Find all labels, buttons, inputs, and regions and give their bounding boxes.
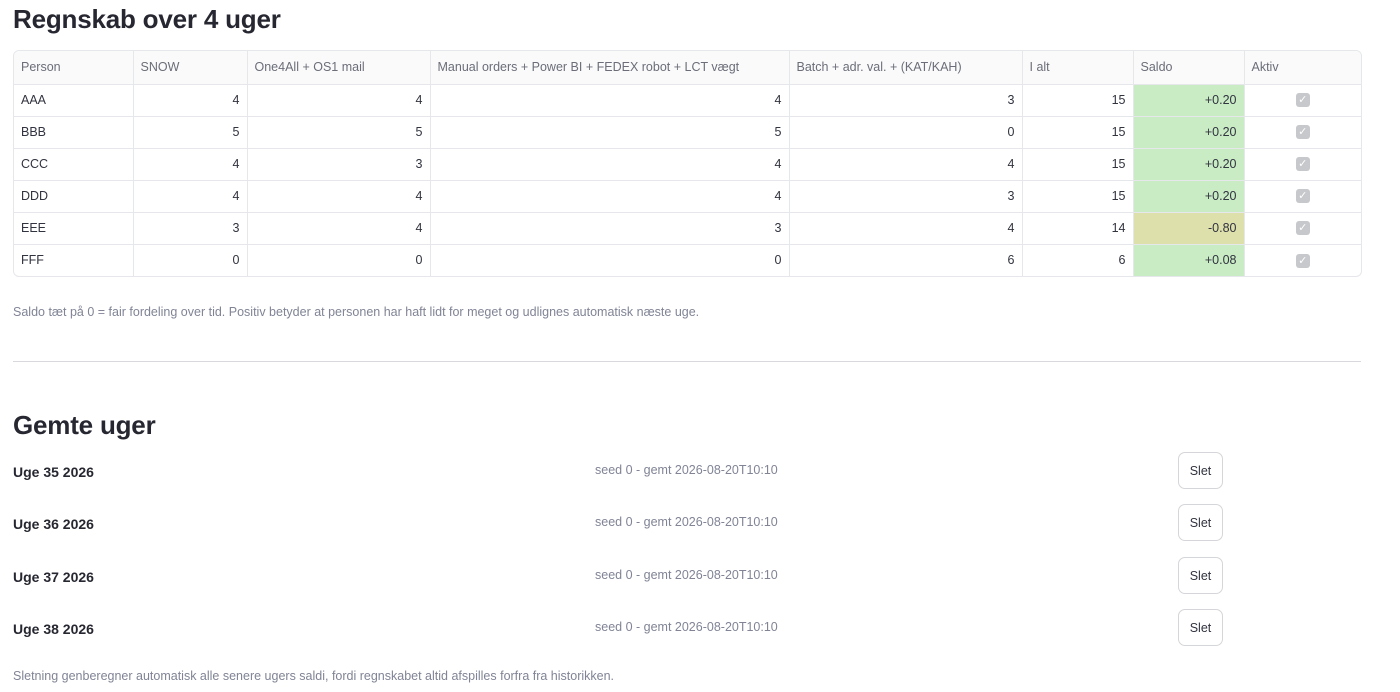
aktiv-checkbox[interactable]: ✓ (1295, 253, 1310, 268)
week-name: Uge 37 2026 (13, 569, 94, 585)
cell-i-alt[interactable]: 15 (1022, 148, 1134, 181)
cell-batch[interactable]: 3 (789, 180, 1023, 213)
cell-manual-orders[interactable]: 5 (430, 116, 790, 149)
week-name: Uge 38 2026 (13, 621, 94, 637)
regnskab-title: Regnskab over 4 uger (13, 4, 281, 34)
cell-manual-orders[interactable]: 3 (430, 212, 790, 245)
cell-saldo[interactable]: +0.20 (1133, 148, 1245, 181)
saved-week-row: Uge 38 2026 seed 0 - gemt 2026-08-20T10:1… (13, 609, 1361, 658)
col-header-batch[interactable]: Batch + adr. val. + (KAT/KAH) (789, 51, 1023, 85)
cell-snow[interactable]: 4 (133, 148, 248, 181)
col-header-aktiv[interactable]: Aktiv (1244, 51, 1361, 85)
cell-one4all[interactable]: 3 (247, 148, 431, 181)
cell-saldo[interactable]: -0.80 (1133, 212, 1245, 245)
cell-saldo[interactable]: +0.20 (1133, 180, 1245, 213)
aktiv-checkbox[interactable]: ✓ (1295, 221, 1310, 236)
table-header-row: Person SNOW One4All + OS1 mail Manual or… (14, 51, 1361, 85)
cell-one4all[interactable]: 5 (247, 116, 431, 149)
cell-manual-orders[interactable]: 4 (430, 84, 790, 117)
cell-snow[interactable]: 3 (133, 212, 248, 245)
cell-person[interactable]: BBB (14, 116, 134, 149)
cell-i-alt[interactable]: 15 (1022, 180, 1134, 213)
cell-saldo[interactable]: +0.20 (1133, 116, 1245, 149)
table-row: CCC 4 3 4 4 15 +0.20 ✓ (14, 148, 1361, 181)
cell-aktiv[interactable]: ✓ (1244, 244, 1361, 276)
table-row: AAA 4 4 4 3 15 +0.20 ✓ (14, 84, 1361, 117)
week-name: Uge 35 2026 (13, 464, 94, 480)
cell-aktiv[interactable]: ✓ (1244, 116, 1361, 149)
week-meta: seed 0 - gemt 2026-08-20T10:10 (595, 515, 778, 529)
table-row: FFF 0 0 0 6 6 +0.08 ✓ (14, 244, 1361, 276)
cell-i-alt[interactable]: 15 (1022, 84, 1134, 117)
cell-person[interactable]: EEE (14, 212, 134, 245)
gemte-uger-title: Gemte uger (13, 410, 156, 440)
aktiv-checkbox[interactable]: ✓ (1295, 125, 1310, 140)
cell-batch[interactable]: 6 (789, 244, 1023, 276)
col-header-manual-orders[interactable]: Manual orders + Power BI + FEDEX robot +… (430, 51, 790, 85)
cell-aktiv[interactable]: ✓ (1244, 148, 1361, 181)
table-row: EEE 3 4 3 4 14 -0.80 ✓ (14, 212, 1361, 245)
cell-manual-orders[interactable]: 4 (430, 180, 790, 213)
week-meta: seed 0 - gemt 2026-08-20T10:10 (595, 620, 778, 634)
cell-batch[interactable]: 0 (789, 116, 1023, 149)
cell-person[interactable]: CCC (14, 148, 134, 181)
cell-person[interactable]: FFF (14, 244, 134, 276)
aktiv-checkbox[interactable]: ✓ (1295, 93, 1310, 108)
regnskab-table: Person SNOW One4All + OS1 mail Manual or… (13, 50, 1362, 277)
cell-snow[interactable]: 5 (133, 116, 248, 149)
week-name: Uge 36 2026 (13, 516, 94, 532)
col-header-snow[interactable]: SNOW (133, 51, 248, 85)
aktiv-checkbox[interactable]: ✓ (1295, 157, 1310, 172)
cell-i-alt[interactable]: 6 (1022, 244, 1134, 276)
cell-one4all[interactable]: 4 (247, 84, 431, 117)
cell-person[interactable]: DDD (14, 180, 134, 213)
delete-week-button[interactable]: Slet (1178, 609, 1223, 646)
col-header-saldo[interactable]: Saldo (1133, 51, 1245, 85)
col-header-person[interactable]: Person (14, 51, 134, 85)
section-divider (13, 361, 1361, 362)
cell-batch[interactable]: 4 (789, 148, 1023, 181)
saved-week-row: Uge 35 2026 seed 0 - gemt 2026-08-20T10:1… (13, 452, 1361, 501)
aktiv-checkbox[interactable]: ✓ (1295, 189, 1310, 204)
table-body: AAA 4 4 4 3 15 +0.20 ✓ BBB 5 5 5 0 15 +0.20 ✓ CCC 4 3 4 4 15 +… (14, 84, 1361, 276)
col-header-one4all[interactable]: One4All + OS1 mail (247, 51, 431, 85)
week-meta: seed 0 - gemt 2026-08-20T10:10 (595, 568, 778, 582)
cell-batch[interactable]: 4 (789, 212, 1023, 245)
cell-aktiv[interactable]: ✓ (1244, 84, 1361, 117)
saved-week-row: Uge 36 2026 seed 0 - gemt 2026-08-20T10:1… (13, 504, 1361, 553)
saved-week-row: Uge 37 2026 seed 0 - gemt 2026-08-20T10:1… (13, 557, 1361, 606)
cell-batch[interactable]: 3 (789, 84, 1023, 117)
deletion-note: Sletning genberegner automatisk alle sen… (13, 669, 615, 683)
cell-snow[interactable]: 4 (133, 180, 248, 213)
cell-snow[interactable]: 0 (133, 244, 248, 276)
cell-saldo[interactable]: +0.08 (1133, 244, 1245, 276)
cell-one4all[interactable]: 0 (247, 244, 431, 276)
cell-saldo[interactable]: +0.20 (1133, 84, 1245, 117)
cell-aktiv[interactable]: ✓ (1244, 180, 1361, 213)
cell-manual-orders[interactable]: 0 (430, 244, 790, 276)
cell-one4all[interactable]: 4 (247, 212, 431, 245)
cell-one4all[interactable]: 4 (247, 180, 431, 213)
week-meta: seed 0 - gemt 2026-08-20T10:10 (595, 463, 778, 477)
col-header-i-alt[interactable]: I alt (1022, 51, 1134, 85)
cell-aktiv[interactable]: ✓ (1244, 212, 1361, 245)
delete-week-button[interactable]: Slet (1178, 557, 1223, 594)
cell-snow[interactable]: 4 (133, 84, 248, 117)
cell-manual-orders[interactable]: 4 (430, 148, 790, 181)
table-row: BBB 5 5 5 0 15 +0.20 ✓ (14, 116, 1361, 149)
cell-person[interactable]: AAA (14, 84, 134, 117)
delete-week-button[interactable]: Slet (1178, 504, 1223, 541)
delete-week-button[interactable]: Slet (1178, 452, 1223, 489)
table-row: DDD 4 4 4 3 15 +0.20 ✓ (14, 180, 1361, 213)
cell-i-alt[interactable]: 15 (1022, 116, 1134, 149)
cell-i-alt[interactable]: 14 (1022, 212, 1134, 245)
saldo-caption: Saldo tæt på 0 = fair fordeling over tid… (13, 305, 700, 319)
